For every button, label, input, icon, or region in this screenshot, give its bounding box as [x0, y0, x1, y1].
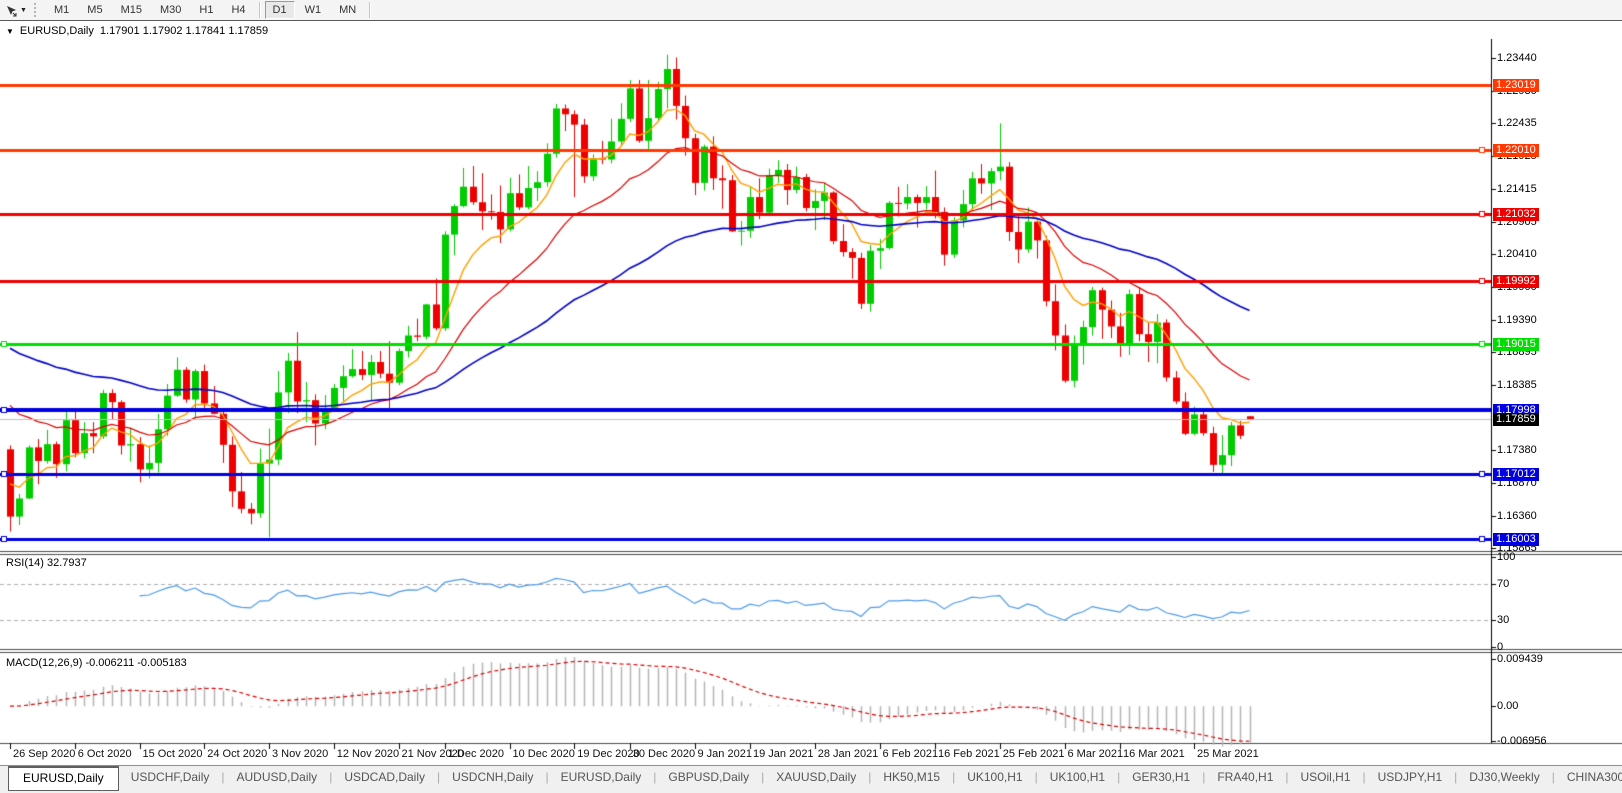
time-axis-label: 1 Dec 2020	[448, 748, 504, 760]
time-axis-label: 3 Nov 2020	[272, 748, 328, 760]
mt4-terminal: ▼ M1M5M15M30H1H4 D1W1MN ▼ EURUSD,Daily 1.…	[0, 0, 1622, 793]
time-axis-label: 25 Mar 2021	[1197, 748, 1259, 760]
timeframe-button-m1[interactable]: M1	[46, 1, 77, 19]
rsi-axis-label: 0	[1497, 641, 1503, 653]
time-axis-label: 9 Jan 2021	[698, 748, 752, 760]
cursor-tool-icon[interactable]	[2, 2, 20, 18]
time-axis-label: 6 Mar 2021	[1068, 748, 1124, 760]
chart-symbol-period: EURUSD,Daily	[20, 25, 94, 37]
rsi-axis-label: 100	[1497, 551, 1515, 563]
time-axis-label: 15 Oct 2020	[143, 748, 203, 760]
price-axis-label: 1.19390	[1497, 314, 1537, 326]
chart-tab-hk50-m15[interactable]: HK50,M15	[871, 766, 952, 788]
chart-ohlc-values: 1.17901 1.17902 1.17841 1.17859	[100, 25, 268, 37]
timeframe-button-w1[interactable]: W1	[297, 1, 330, 19]
chart-tab-usdjpy-h1[interactable]: USDJPY,H1	[1366, 766, 1454, 788]
price-level-badge: 1.23019	[1493, 79, 1539, 92]
chart-tab-gbpusd-daily[interactable]: GBPUSD,Daily	[656, 766, 761, 788]
toolbar-separator	[259, 2, 260, 18]
macd-axis-label: 0.00	[1497, 700, 1518, 712]
timeframe-button-mn[interactable]: MN	[331, 1, 364, 19]
timeframe-button-d1[interactable]: D1	[265, 1, 295, 19]
price-level-badge: 1.19015	[1493, 338, 1539, 351]
chart-tab-audusd-daily[interactable]: AUDUSD,Daily	[225, 766, 330, 788]
price-level-badge: 1.22010	[1493, 144, 1539, 157]
chart-tab-usoil-h1[interactable]: USOil,H1	[1289, 766, 1363, 788]
timeframe-toolbar: ▼ M1M5M15M30H1H4 D1W1MN	[0, 0, 1622, 21]
chart-tab-xauusd-daily[interactable]: XAUUSD,Daily	[764, 766, 868, 788]
time-axis-label: 19 Jan 2021	[753, 748, 814, 760]
rsi-axis-label: 30	[1497, 614, 1509, 626]
price-chart-canvas[interactable]	[0, 21, 1622, 766]
chart-tab-usdcad-daily[interactable]: USDCAD,Daily	[332, 766, 437, 788]
time-axis-label: 6 Feb 2021	[883, 748, 939, 760]
chart-tab-dj30-weekly[interactable]: DJ30,Weekly	[1457, 766, 1551, 788]
price-axis-label: 1.20410	[1497, 248, 1537, 260]
collapse-arrow-icon[interactable]: ▼	[6, 27, 14, 36]
price-level-badge: 1.17012	[1493, 468, 1539, 481]
time-axis-label: 19 Dec 2020	[577, 748, 639, 760]
macd-indicator-label: MACD(12,26,9) -0.006211 -0.005183	[6, 657, 187, 669]
chart-tab-eurusd-daily[interactable]: EURUSD,Daily	[549, 766, 654, 788]
timeframe-button-m5[interactable]: M5	[79, 1, 110, 19]
macd-axis-label: 0.009439	[1497, 653, 1543, 665]
chart-tab-china300-h1[interactable]: CHINA300,H1	[1555, 766, 1622, 788]
time-axis-label: 16 Mar 2021	[1123, 748, 1185, 760]
toolbar-grip[interactable]	[34, 3, 41, 17]
chart-title: ▼ EURUSD,Daily 1.17901 1.17902 1.17841 1…	[6, 25, 268, 37]
chart-tab-fra40-h1[interactable]: FRA40,H1	[1205, 766, 1285, 788]
chart-tab-usdchf-daily[interactable]: USDCHF,Daily	[119, 766, 222, 788]
time-axis-label: 12 Nov 2020	[337, 748, 399, 760]
price-level-badge: 1.21032	[1493, 208, 1539, 221]
time-axis-label: 10 Dec 2020	[513, 748, 575, 760]
time-axis-label: 6 Oct 2020	[78, 748, 132, 760]
time-axis-label: 16 Feb 2021	[938, 748, 1000, 760]
time-axis-label: 24 Oct 2020	[207, 748, 267, 760]
timeframe-button-m30[interactable]: M30	[152, 1, 189, 19]
current-price-badge: 1.17859	[1493, 413, 1539, 426]
time-axis-label: 26 Sep 2020	[13, 748, 75, 760]
price-level-badge: 1.16003	[1493, 533, 1539, 546]
price-axis-label: 1.18385	[1497, 379, 1537, 391]
price-axis-label: 1.22435	[1497, 117, 1537, 129]
timeframe-button-h4[interactable]: H4	[223, 1, 253, 19]
timeframe-button-h1[interactable]: H1	[191, 1, 221, 19]
rsi-axis-label: 70	[1497, 578, 1509, 590]
cursor-tool-dropdown-icon[interactable]: ▼	[20, 7, 30, 14]
price-axis-label: 1.16360	[1497, 510, 1537, 522]
price-axis-label: 1.23440	[1497, 52, 1537, 64]
price-axis-label: 1.17380	[1497, 444, 1537, 456]
chart-tab-uk100-h1[interactable]: UK100,H1	[1038, 766, 1117, 788]
chart-tab-eurusd-daily[interactable]: EURUSD,Daily	[8, 766, 119, 791]
time-axis-label: 25 Feb 2021	[1003, 748, 1065, 760]
toolbar-separator	[369, 2, 370, 18]
macd-axis-label: -0.006956	[1497, 735, 1547, 747]
chart-tab-ger30-h1[interactable]: GER30,H1	[1120, 766, 1202, 788]
chart-window: ▼ EURUSD,Daily 1.17901 1.17902 1.17841 1…	[0, 20, 1622, 766]
chart-tab-uk100-h1[interactable]: UK100,H1	[955, 766, 1034, 788]
time-axis-label: 28 Jan 2021	[818, 748, 879, 760]
chart-tabs-bar: EURUSD,DailyUSDCHF,Daily|AUDUSD,Daily|US…	[0, 765, 1622, 793]
timeframe-button-m15[interactable]: M15	[113, 1, 150, 19]
rsi-indicator-label: RSI(14) 32.7937	[6, 557, 87, 569]
price-level-badge: 1.19992	[1493, 275, 1539, 288]
chart-tab-usdcnh-daily[interactable]: USDCNH,Daily	[440, 766, 545, 788]
time-axis-label: 30 Dec 2020	[633, 748, 695, 760]
price-axis-label: 1.21415	[1497, 183, 1537, 195]
